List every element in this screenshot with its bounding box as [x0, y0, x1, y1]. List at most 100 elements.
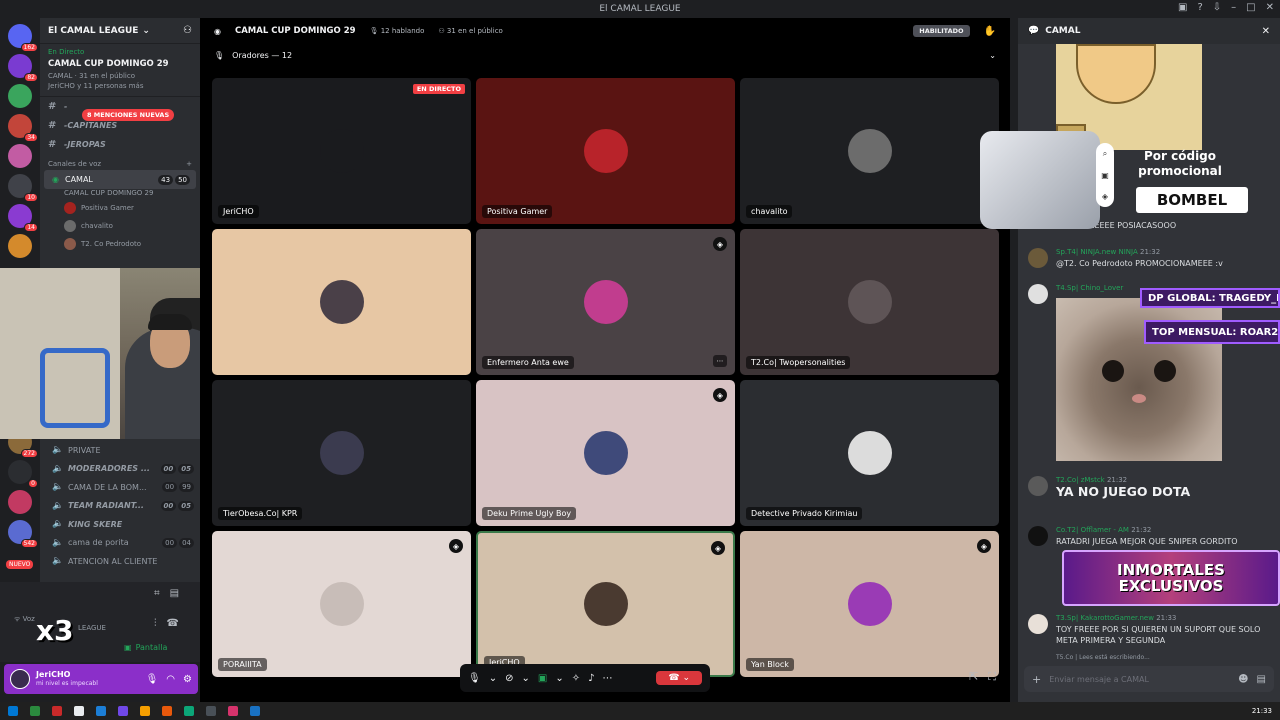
voice-channel-camal[interactable]: ◉ CAMAL 43 50	[44, 170, 196, 189]
speaker-tile[interactable]: Detective Privado Kirimiau	[740, 380, 999, 526]
speaker-tile[interactable]: JeriCHO EN DIRECTO	[212, 78, 471, 224]
avatar[interactable]	[1028, 248, 1048, 268]
plus-icon[interactable]: +	[1032, 673, 1041, 686]
message-author[interactable]: T3.Sp| KakarottoGamer.new	[1056, 614, 1154, 622]
voice-channel[interactable]: 🔈 ATENCION AL CLIENTE	[40, 552, 200, 571]
taskbar-app-icon[interactable]	[228, 706, 238, 716]
speaker-tile[interactable]: PORAIIITA ◈	[212, 531, 471, 677]
taskbar-app-icon[interactable]	[184, 706, 194, 716]
new-mentions-badge[interactable]: 8 MENCIONES NUEVAS	[82, 109, 175, 121]
taskbar-app-icon[interactable]	[74, 706, 84, 716]
voice-channel[interactable]: 🔈 CAMA DE LA BOM... 00 99	[40, 478, 200, 497]
gear-icon[interactable]: ⚙	[183, 674, 192, 685]
speaker-tile[interactable]: chavalito	[740, 78, 999, 224]
voice-category[interactable]: Canales de voz +	[40, 154, 200, 170]
taskbar-app-icon[interactable]	[52, 706, 62, 716]
server-icon[interactable]: 162	[8, 24, 38, 52]
voice-channel[interactable]: 🔈 TEAM RADIANT... 00 05	[40, 497, 200, 516]
avatar[interactable]	[1028, 614, 1048, 634]
screen-share-icon[interactable]: ▣	[538, 673, 547, 684]
minimize-button[interactable]: –	[1231, 2, 1236, 13]
guild-header[interactable]: El CAMAL LEAGUE ⌄ ⚇	[40, 18, 200, 44]
voice-channel[interactable]: 🔈 PRIVATE	[40, 441, 200, 460]
chevron-up-icon[interactable]: ⌄	[555, 673, 563, 684]
avatar[interactable]	[1028, 476, 1048, 496]
voice-channel[interactable]: 🔈 KING SKERE	[40, 515, 200, 534]
taskbar-app-icon[interactable]	[30, 706, 40, 716]
disconnect-icon[interactable]: ☎	[167, 618, 179, 629]
message-author[interactable]: Co.T2| Offlamer - AM	[1056, 526, 1129, 534]
speaker-tile[interactable]: Deku Prime Ugly Boy ◈	[476, 380, 735, 526]
avatar[interactable]	[1028, 284, 1048, 304]
server-icon[interactable]: 542	[8, 520, 38, 548]
speaker-tile[interactable]: Enfermero Anta ewe ◈ ⋯	[476, 229, 735, 375]
close-button[interactable]: ✕	[1266, 2, 1274, 13]
speakers-header[interactable]: 🎙 Oradores — 12 ⌄	[200, 44, 1010, 66]
noise-icon[interactable]: ⫶	[154, 618, 157, 629]
server-icon[interactable]: 0	[8, 460, 38, 488]
activity-icon[interactable]: ▤	[170, 588, 179, 599]
camera-off-icon[interactable]: ⊘	[505, 673, 513, 684]
message-author[interactable]: T4.Sp| Chino_Lover	[1056, 284, 1123, 292]
server-icon[interactable]: 82	[8, 54, 38, 82]
server-icon[interactable]	[8, 490, 32, 514]
message-author[interactable]: T2.Co| zMstck	[1056, 476, 1105, 484]
speaker-tile[interactable]: T2.Co| Twopersonalities	[740, 229, 999, 375]
server-icon[interactable]	[8, 234, 32, 258]
help-icon[interactable]: ?	[1197, 2, 1202, 13]
taskbar-app-icon[interactable]	[250, 706, 260, 716]
soundboard-icon[interactable]: ⌗	[154, 588, 160, 599]
add-user-icon[interactable]: ⚇	[183, 25, 192, 36]
screen-share-button[interactable]: ▣ Pantalla	[124, 643, 167, 652]
server-icon[interactable]: 34	[8, 114, 38, 142]
chevron-down-icon[interactable]: ⌄	[989, 51, 996, 60]
voice-user[interactable]: Positiva Gamer	[40, 199, 200, 217]
fullscreen-icon[interactable]: ⛶	[988, 670, 996, 684]
voice-user[interactable]: chavalito	[40, 217, 200, 235]
taskbar-app-icon[interactable]	[96, 706, 106, 716]
maximize-button[interactable]: □	[1246, 2, 1255, 13]
speaker-tile[interactable]: Positiva Gamer	[476, 78, 735, 224]
gift-icon[interactable]: ▤	[1257, 674, 1266, 685]
avatar[interactable]	[1028, 526, 1048, 546]
live-stage-card[interactable]: En Directo CAMAL CUP DOMINGO 29 CAMAL · …	[40, 44, 200, 97]
download-icon[interactable]: ⇩	[1213, 2, 1221, 13]
server-icon[interactable]	[8, 144, 32, 168]
message-author[interactable]: Sp.T4| NINJA.new NINJA	[1056, 248, 1138, 256]
microphone-icon[interactable]: 🎙	[468, 673, 481, 684]
more-icon[interactable]: ⋯	[603, 673, 613, 684]
taskbar-app-icon[interactable]	[206, 706, 216, 716]
more-icon[interactable]: ⋯	[713, 355, 727, 367]
activity-icon[interactable]: ✧	[572, 673, 580, 684]
voice-user[interactable]: T2. Co Pedrodoto	[40, 235, 200, 253]
soundboard-icon[interactable]: ♪	[588, 673, 594, 684]
taskbar-app-icon[interactable]	[162, 706, 172, 716]
chat-input[interactable]: + Enviar mensaje a CAMAL ☻ ▤	[1024, 666, 1274, 692]
speaker-tile[interactable]: TierObesa.Co| KPR	[212, 380, 471, 526]
hand-icon[interactable]: ✋	[984, 26, 996, 37]
emoji-icon[interactable]: ☻	[1238, 674, 1248, 685]
server-icon[interactable]	[8, 84, 32, 108]
taskbar-app-icon[interactable]	[118, 706, 128, 716]
chevron-up-icon[interactable]: ⌄	[521, 673, 529, 684]
user-panel[interactable]: JeriCHO mi nivel es impecabl 🎙 ◠ ⚙	[4, 664, 198, 694]
headphones-icon[interactable]: ◠	[166, 674, 175, 685]
enabled-badge[interactable]: HABILITADO	[913, 25, 970, 37]
microphone-icon[interactable]: 🎙	[146, 674, 159, 685]
text-channel[interactable]: # -JEROPAS	[40, 135, 200, 154]
taskbar-app-icon[interactable]	[8, 706, 18, 716]
speaker-tile[interactable]	[212, 229, 471, 375]
voice-channel[interactable]: 🔈 cama de porita 00 04	[40, 534, 200, 553]
server-icon[interactable]: 10	[8, 174, 38, 202]
leave-call-button[interactable]: ☎ ⌄	[656, 671, 702, 685]
add-channel-icon[interactable]: +	[186, 160, 192, 168]
close-icon[interactable]: ✕	[1262, 26, 1270, 37]
speaker-tile[interactable]: JeriCHO ◈	[476, 531, 735, 677]
popout-icon[interactable]: ⇱	[969, 670, 978, 684]
inbox-icon[interactable]: ▣	[1178, 2, 1187, 13]
avatar[interactable]	[10, 669, 30, 689]
chevron-up-icon[interactable]: ⌄	[489, 673, 497, 684]
voice-channel[interactable]: 🔈 MODERADORES ... 00 05	[40, 460, 200, 479]
speaker-tile[interactable]: Yan Block ◈	[740, 531, 999, 677]
server-icon[interactable]: 14	[8, 204, 38, 232]
